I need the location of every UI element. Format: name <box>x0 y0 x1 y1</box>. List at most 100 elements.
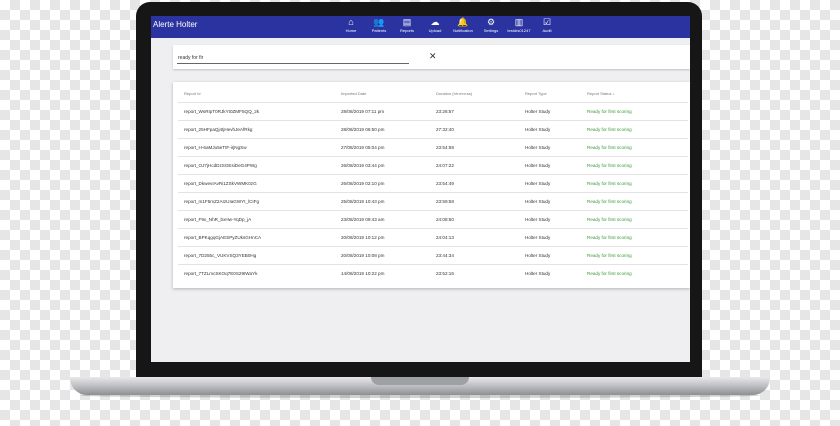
search-underline <box>177 63 409 64</box>
nav-item-patients[interactable]: 👥 Patients <box>365 17 393 37</box>
table-row[interactable]: report_25HFpaQj4tjHevhJeAfRkg 28/08/2019 … <box>178 120 688 139</box>
nav-item-notification[interactable]: 🔔 Notification <box>449 17 477 37</box>
table-row[interactable]: report_H-6aMJu5eTtF-irjNgSw 27/08/2019 05… <box>178 138 688 157</box>
cell-report-id: report_F9x_NhR_bxHw-YqDp_jA <box>184 217 252 222</box>
header-report-status[interactable]: Report Status ↓ <box>587 91 615 96</box>
table-row[interactable]: report_BPKqgqGjAESPyZUksGHnCA 20/08/2019 … <box>178 228 688 247</box>
cell-duration: 23:44:34 <box>436 253 454 258</box>
audit-icon: ☑ <box>542 17 552 27</box>
cell-report-status: Ready for first scoring <box>587 109 632 114</box>
gear-icon: ⚙ <box>486 17 496 27</box>
cell-duration: 23:54:49 <box>436 181 454 186</box>
cell-report-id: report_DkwevIAvRi1ZSkVWMK0zG <box>184 181 257 186</box>
cell-duration: 24:04:13 <box>436 235 454 240</box>
cell-duration: 24:07:22 <box>436 163 454 168</box>
reports-table: Report Id Imported Date Duration (hh:mm:… <box>173 82 690 288</box>
cell-imported-date: 25/08/2019 10:43 pm <box>341 199 385 204</box>
table-row[interactable]: report_7TZLmcSKOq7E0S29IWaYk 14/08/2019 1… <box>178 264 688 283</box>
cell-report-type: Holter Study <box>525 109 551 114</box>
nav-item-label: Home <box>345 28 357 33</box>
nav-item-account[interactable]: ▥ testdrs01247 <box>505 17 533 37</box>
app-bar: Alerte Holter ⌂ Home 👥 Patients ▤ Reports ☁ Upl… <box>151 16 690 38</box>
upload-icon: ☁ <box>430 17 440 27</box>
nav-item-label: Reports <box>399 28 414 33</box>
cell-imported-date: 26/08/2019 02:10 pm <box>341 181 385 186</box>
cell-report-type: Holter Study <box>525 271 551 276</box>
table-row[interactable]: report_F9x_NhR_bxHw-YqDp_jA 23/08/2019 09… <box>178 210 688 229</box>
cell-report-status: Ready for first scoring <box>587 181 632 186</box>
cell-imported-date: 20/08/2019 10:12 pm <box>341 235 385 240</box>
laptop-notch <box>371 377 469 385</box>
cell-report-id: report_OJ7jHcdDzSGEsiDeG4PWg <box>184 163 257 168</box>
header-duration[interactable]: Duration (hh:mm:ss) <box>436 91 472 96</box>
cell-duration: 23:26:57 <box>436 109 454 114</box>
cell-report-type: Holter Study <box>525 145 551 150</box>
cell-imported-date: 26/08/2019 03:44 pm <box>341 163 385 168</box>
cell-report-type: Holter Study <box>525 163 551 168</box>
nav-item-upload[interactable]: ☁ Upload <box>421 17 449 37</box>
cell-report-status: Ready for first scoring <box>587 217 632 222</box>
app-title: Alerte Holter <box>153 20 198 29</box>
table-row[interactable]: report_m1F5mZ2AIzUIaGWYt_lCIFg 25/08/2019… <box>178 192 688 211</box>
cell-duration: 23:52:16 <box>436 271 454 276</box>
cell-report-id: report_WsRIpT0RJkYt0ZMF5QQ_2k <box>184 109 260 114</box>
nav-item-home[interactable]: ⌂ Home <box>337 17 365 37</box>
cell-report-id: report_7D255c_VUKVSQ3YEB0Hg <box>184 253 257 258</box>
cell-report-id: report_7TZLmcSKOq7E0S29IWaYk <box>184 271 258 276</box>
cell-report-type: Holter Study <box>525 127 551 132</box>
nav-item-label: testdrs01247 <box>507 28 531 33</box>
nav-item-label: Notification <box>453 28 473 33</box>
patients-icon: 👥 <box>373 17 385 27</box>
cell-report-id: report_H-6aMJu5eTtF-irjNgSw <box>184 145 247 150</box>
cell-report-type: Holter Study <box>525 235 551 240</box>
cell-imported-date: 28/08/2019 07:11 pm <box>341 109 385 114</box>
cell-imported-date: 23/08/2019 09:43 am <box>341 217 385 222</box>
cell-duration: 23:54:58 <box>436 145 454 150</box>
cell-imported-date: 20/08/2019 10:08 pm <box>341 253 385 258</box>
table-row[interactable]: report_WsRIpT0RJkYt0ZMF5QQ_2k 28/08/2019 … <box>178 102 688 121</box>
cell-duration: 23:59:58 <box>436 199 454 204</box>
nav-item-reports[interactable]: ▤ Reports <box>393 17 421 37</box>
nav-item-label: Upload <box>428 28 442 33</box>
cell-report-id: report_m1F5mZ2AIzUIaGWYt_lCIFg <box>184 199 260 204</box>
header-report-id[interactable]: Report Id <box>184 91 200 96</box>
header-report-status-label: Report Status <box>587 91 612 96</box>
cell-report-status: Ready for first scoring <box>587 127 632 132</box>
nav-item-label: Patients <box>371 28 387 33</box>
search-input[interactable]: ready for fir <box>178 55 203 61</box>
header-report-type[interactable]: Report Type <box>525 91 547 96</box>
cell-duration: 27:32:40 <box>436 127 454 132</box>
cell-report-type: Holter Study <box>525 217 551 222</box>
cell-report-status: Ready for first scoring <box>587 199 632 204</box>
cell-report-status: Ready for first scoring <box>587 253 632 258</box>
cell-report-id: report_BPKqgqGjAESPyZUksGHnCA <box>184 235 262 240</box>
bell-icon: 🔔 <box>457 17 469 27</box>
app-screen: Alerte Holter ⌂ Home 👥 Patients ▤ Reports ☁ Upl… <box>151 16 690 362</box>
reports-icon: ▤ <box>402 17 412 27</box>
stats-icon: ▥ <box>514 17 524 27</box>
cell-report-id: report_25HFpaQj4tjHevhJeAfRkg <box>184 127 253 132</box>
table-row[interactable]: report_OJ7jHcdDzSGEsiDeG4PWg 26/08/2019 0… <box>178 156 688 175</box>
sort-down-icon: ↓ <box>612 91 615 96</box>
cell-report-type: Holter Study <box>525 199 551 204</box>
nav-item-label: Settings <box>483 28 499 33</box>
cell-report-type: Holter Study <box>525 253 551 258</box>
cell-duration: 24:08:50 <box>436 217 454 222</box>
cell-report-status: Ready for first scoring <box>587 271 632 276</box>
nav-item-label: Audit <box>542 28 552 33</box>
close-icon[interactable]: ✕ <box>429 51 437 62</box>
home-icon: ⌂ <box>348 17 354 27</box>
table-row[interactable]: report_DkwevIAvRi1ZSkVWMK0zG 26/08/2019 0… <box>178 174 688 193</box>
cell-report-status: Ready for first scoring <box>587 163 632 168</box>
nav-item-audit[interactable]: ☑ Audit <box>533 17 561 37</box>
cell-report-status: Ready for first scoring <box>587 145 632 150</box>
search-card: ready for fir ✕ <box>173 45 690 69</box>
cell-report-type: Holter Study <box>525 181 551 186</box>
cell-report-status: Ready for first scoring <box>587 235 632 240</box>
table-row[interactable]: report_7D255c_VUKVSQ3YEB0Hg 20/08/2019 10… <box>178 246 688 265</box>
cell-imported-date: 27/08/2019 05:04 pm <box>341 145 385 150</box>
header-imported-date[interactable]: Imported Date <box>341 91 366 96</box>
cell-imported-date: 14/08/2019 10:22 pm <box>341 271 385 276</box>
cell-imported-date: 28/08/2019 06:50 pm <box>341 127 385 132</box>
nav-item-settings[interactable]: ⚙ Settings <box>477 17 505 37</box>
